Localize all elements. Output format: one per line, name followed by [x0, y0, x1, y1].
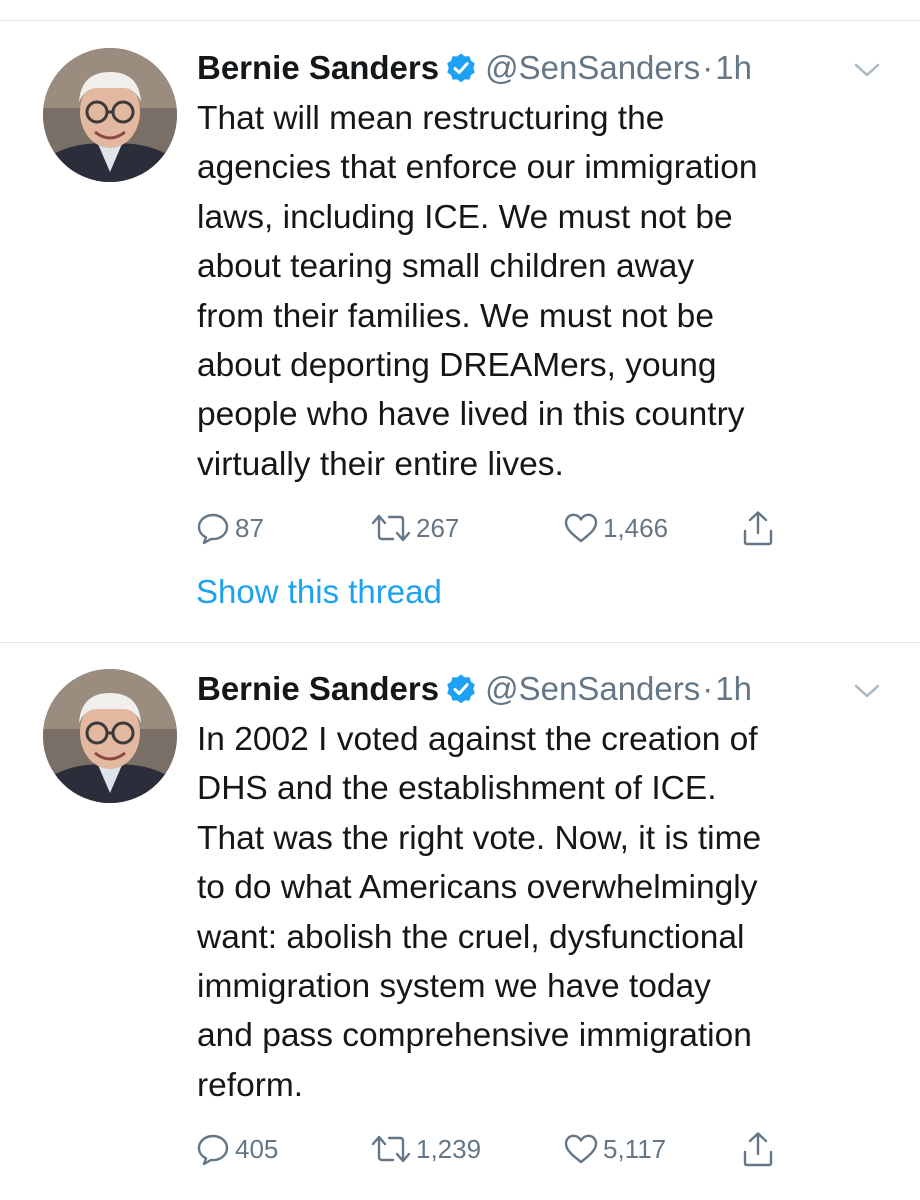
- tweet-text-line: and pass comprehensive immigration: [197, 1017, 752, 1055]
- like-count: 1,466: [603, 512, 669, 543]
- reply-count: 405: [235, 1133, 279, 1164]
- verified-badge-icon: [445, 672, 477, 704]
- separator-dot: ·: [702, 670, 714, 707]
- author-handle[interactable]: @SenSanders: [485, 49, 700, 86]
- top-divider: [0, 20, 920, 21]
- tweet-actions: 87 267 1,466: [195, 508, 795, 548]
- tweet-header: Bernie Sanders @SenSanders·1h: [197, 667, 900, 711]
- share-icon: [740, 509, 776, 547]
- reply-icon: [195, 1131, 231, 1167]
- author-handle[interactable]: @SenSanders: [485, 670, 700, 707]
- tweet-actions: 405 1,239 5,117: [195, 1129, 795, 1169]
- reply-icon: [195, 510, 231, 546]
- tweet-text-line: virtually their entire lives.: [197, 445, 564, 483]
- tweet-text-line: from their families. We must not be: [197, 297, 714, 335]
- timestamp[interactable]: 1h: [715, 670, 752, 707]
- separator-dot: ·: [702, 49, 714, 86]
- reply-button[interactable]: 405: [195, 1129, 278, 1169]
- tweet-text-line: DHS and the establishment of ICE.: [197, 770, 717, 808]
- share-button[interactable]: [740, 508, 776, 548]
- tweet-text-line: laws, including ICE. We must not be: [197, 198, 733, 236]
- chevron-down-icon[interactable]: [848, 673, 886, 709]
- tweet[interactable]: Bernie Sanders @SenSanders·1h That will m…: [0, 22, 920, 642]
- tweet-text-line: agencies that enforce our immigration: [197, 149, 758, 187]
- avatar[interactable]: [43, 669, 177, 803]
- chevron-down-icon[interactable]: [848, 52, 886, 88]
- share-icon: [740, 1130, 776, 1168]
- tweet-text-line: reform.: [197, 1066, 304, 1104]
- heart-icon: [563, 510, 599, 546]
- author-name[interactable]: Bernie Sanders: [197, 49, 439, 86]
- heart-icon: [563, 1131, 599, 1167]
- reply-count: 87: [235, 512, 264, 543]
- timestamp[interactable]: 1h: [715, 49, 752, 86]
- tweet-text-line: immigration system we have today: [197, 968, 711, 1006]
- retweet-count: 1,239: [416, 1133, 482, 1164]
- retweet-button[interactable]: 1,239: [370, 1129, 481, 1169]
- tweet-text-line: about tearing small children away: [197, 248, 695, 286]
- retweet-icon: [370, 1131, 412, 1167]
- tweet-text-line: That was the right vote. Now, it is time: [197, 819, 762, 857]
- retweet-icon: [370, 510, 412, 546]
- tweet-text: In 2002 I voted against the creation of …: [197, 715, 902, 1110]
- show-thread-link[interactable]: Show this thread: [196, 570, 442, 614]
- like-button[interactable]: 1,466: [563, 508, 668, 548]
- like-count: 5,117: [603, 1133, 667, 1164]
- tweet-text: That will mean restructuring the agencie…: [197, 94, 902, 489]
- avatar[interactable]: [43, 48, 177, 182]
- like-button[interactable]: 5,117: [563, 1129, 666, 1169]
- author-name[interactable]: Bernie Sanders: [197, 670, 439, 707]
- tweet-text-line: In 2002 I voted against the creation of: [197, 721, 758, 758]
- tweet-text-line: about deporting DREAMers, young: [197, 347, 717, 385]
- tweet-header: Bernie Sanders @SenSanders·1h: [197, 46, 900, 90]
- verified-badge-icon: [445, 51, 477, 83]
- tweet-text-line: want: abolish the cruel, dysfunctional: [197, 918, 745, 956]
- tweet-text-line: to do what Americans overwhelmingly: [197, 869, 758, 907]
- share-button[interactable]: [740, 1129, 776, 1169]
- tweet-text-line: That will mean restructuring the: [197, 100, 665, 137]
- tweet[interactable]: Bernie Sanders @SenSanders·1h In 2002 I v…: [0, 643, 920, 1200]
- tweet-text-line: people who have lived in this country: [197, 396, 745, 434]
- reply-button[interactable]: 87: [195, 508, 264, 548]
- retweet-count: 267: [416, 512, 460, 543]
- retweet-button[interactable]: 267: [370, 508, 459, 548]
